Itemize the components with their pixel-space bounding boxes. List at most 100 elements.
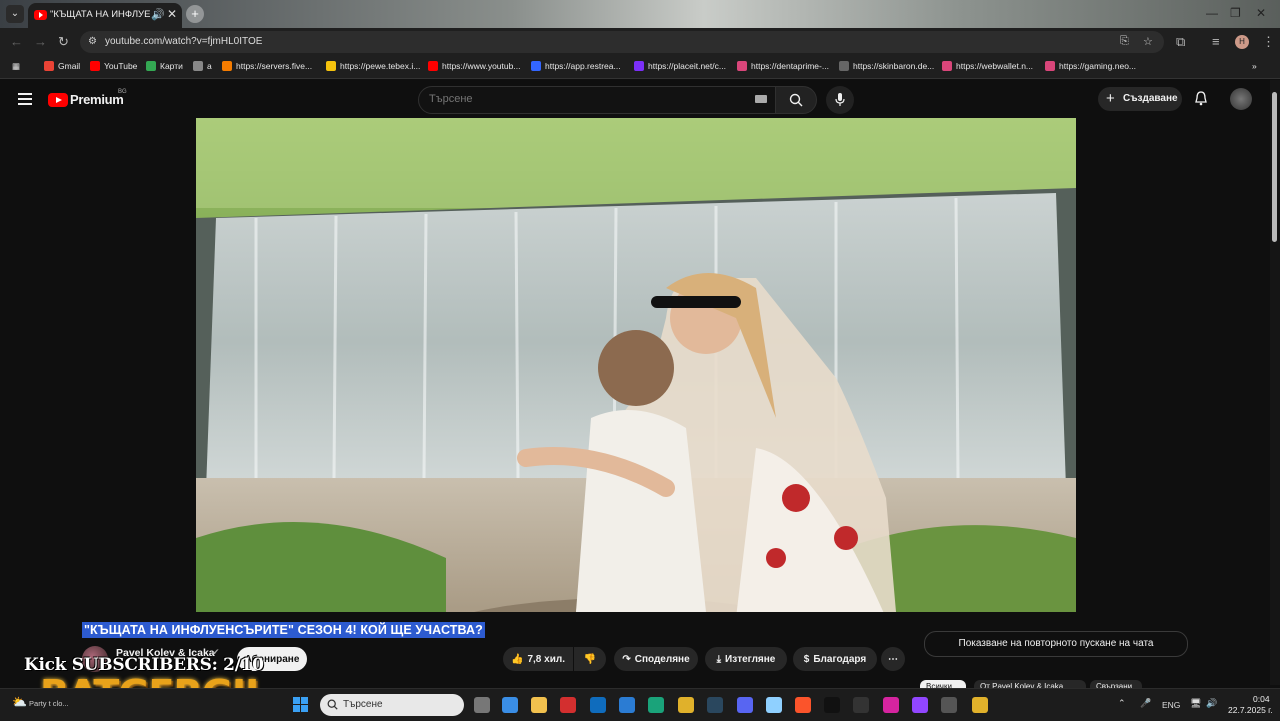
obs-icon[interactable] xyxy=(853,697,869,713)
apps-grid-icon[interactable]: ▦ xyxy=(12,61,20,72)
create-button[interactable]: + Създаване xyxy=(1098,87,1182,111)
file-explorer-icon[interactable] xyxy=(531,697,547,713)
bookmark-item[interactable]: a xyxy=(193,61,212,71)
minimize-icon[interactable]: — xyxy=(1206,6,1218,20)
extensions-icon[interactable]: ⧉ xyxy=(1176,34,1185,50)
gmail-icon xyxy=(44,61,54,71)
gaming-app-icon[interactable] xyxy=(941,697,957,713)
tab-search-button[interactable]: ⌄ xyxy=(6,5,24,23)
download-button[interactable]: ⤓ Изтегляне xyxy=(705,647,787,671)
bookmark-item[interactable]: https://gaming.neo... xyxy=(1045,61,1136,71)
chrome-icon[interactable] xyxy=(678,697,694,713)
start-button[interactable] xyxy=(293,697,309,713)
forward-icon[interactable]: → xyxy=(34,34,47,49)
video-player[interactable] xyxy=(196,118,1076,612)
new-tab-button[interactable]: + xyxy=(186,5,204,23)
clock-time[interactable]: 0:04 xyxy=(1253,694,1270,704)
task-view-icon[interactable] xyxy=(474,697,490,713)
more-actions-button[interactable]: ⋯ xyxy=(881,647,905,671)
antivirus-icon[interactable] xyxy=(766,697,782,713)
tray-overflow-icon[interactable]: ⌃ xyxy=(1118,698,1126,709)
volume-icon[interactable]: 🔊 xyxy=(1206,698,1217,709)
page-scrollbar[interactable] xyxy=(1270,80,1280,685)
bookmark-item[interactable]: https://dentaprime-... xyxy=(737,61,829,71)
bookmark-item[interactable]: https://www.youtub... xyxy=(428,61,520,71)
more-bookmarks-icon[interactable]: » xyxy=(1252,61,1257,71)
bookmark-item[interactable]: https://webwallet.n... xyxy=(942,61,1033,71)
search-button[interactable] xyxy=(775,86,817,114)
bookmarks-bar: ▦ » Gmail YouTube Карти a https://servers.fi… xyxy=(0,56,1280,79)
search-input[interactable] xyxy=(429,93,729,105)
close-tab-icon[interactable]: ✕ xyxy=(167,7,177,21)
weather-widget[interactable]: ⛅ Party t clo... xyxy=(12,695,69,709)
network-icon[interactable]: 🖥 xyxy=(1190,698,1201,709)
site-info-icon[interactable]: ⚙ xyxy=(88,36,97,47)
reload-icon[interactable]: ↻ xyxy=(58,34,69,50)
youtube-header: Premium BG + Създаване xyxy=(0,80,1270,118)
bookmark-star-icon[interactable]: ☆ xyxy=(1143,35,1153,48)
cast-icon[interactable]: ⎘ xyxy=(1120,35,1129,48)
bookmark-label: https://app.restrea... xyxy=(545,61,621,71)
tab-title: "КЪЩАТА НА ИНФЛУЕНСЪРИТЕ" СЕЗОН 4! xyxy=(50,9,150,20)
voice-search-button[interactable] xyxy=(826,86,854,114)
share-button[interactable]: ↷ Споделяне xyxy=(614,647,698,671)
more-menu-icon[interactable]: ⋮ xyxy=(1262,34,1275,50)
back-icon[interactable]: ← xyxy=(10,34,23,49)
microphone-tray-icon[interactable]: 🎤 xyxy=(1140,698,1151,709)
youtube-logo-icon[interactable] xyxy=(48,93,68,107)
close-window-icon[interactable]: ✕ xyxy=(1256,6,1266,20)
acrobat-icon[interactable] xyxy=(560,697,576,713)
windows-taskbar: ⛅ Party t clo... Търсене ⌃ 🎤 ENG 🖥 🔊 0:0… xyxy=(0,688,1280,721)
discord-icon[interactable] xyxy=(737,697,753,713)
scrollbar-thumb[interactable] xyxy=(1272,92,1277,242)
tiktok-icon[interactable] xyxy=(824,697,840,713)
notifications-bell-icon[interactable] xyxy=(1194,91,1208,109)
twitch-icon[interactable] xyxy=(912,697,928,713)
brave-icon[interactable] xyxy=(795,697,811,713)
clock-date[interactable]: 22.7.2025 г. xyxy=(1228,705,1273,715)
bookmark-item[interactable]: https://pewe.tebex.i... xyxy=(326,61,420,71)
taskbar-search[interactable]: Търсене xyxy=(320,694,464,716)
speaker-icon[interactable]: 🔊 xyxy=(151,8,165,21)
bookmark-item[interactable]: https://skinbaron.de... xyxy=(839,61,934,71)
account-avatar[interactable] xyxy=(1230,88,1252,110)
share-label: Споделяне xyxy=(634,653,690,665)
bookmark-item[interactable]: YouTube xyxy=(90,61,137,71)
bookmark-item[interactable]: https://servers.five... xyxy=(222,61,312,71)
youtube-favicon-icon xyxy=(34,10,47,20)
menu-icon[interactable] xyxy=(18,90,32,108)
thanks-button[interactable]: $ Благодаря xyxy=(793,647,877,671)
bookmark-item[interactable]: https://placeit.net/c... xyxy=(634,61,726,71)
microphone-icon xyxy=(835,93,845,106)
media-icon[interactable]: ≡ xyxy=(1212,34,1220,49)
bookmark-item[interactable]: Карти xyxy=(146,61,183,71)
browser-tab-active[interactable]: "КЪЩАТА НА ИНФЛУЕНСЪРИТЕ" СЕЗОН 4! 🔊 ✕ xyxy=(28,3,182,28)
profile-avatar[interactable]: H xyxy=(1235,35,1249,49)
address-bar[interactable]: ⚙ youtube.com/watch?v=fjmHL0ITOE ⎘ ☆ xyxy=(80,31,1164,53)
url-text[interactable]: youtube.com/watch?v=fjmHL0ITOE xyxy=(105,36,262,47)
edge-icon[interactable] xyxy=(648,697,664,713)
input-language[interactable]: ENG xyxy=(1162,700,1180,710)
store-icon[interactable] xyxy=(502,697,518,713)
like-button[interactable]: 👍 7,8 хил. xyxy=(503,647,573,671)
instagram-icon[interactable] xyxy=(883,697,899,713)
download-icon: ⤓ xyxy=(716,653,722,665)
restore-icon[interactable]: ❐ xyxy=(1230,6,1241,20)
bookmark-label: https://pewe.tebex.i... xyxy=(340,61,421,71)
steam-icon[interactable] xyxy=(707,697,723,713)
outlook-icon[interactable] xyxy=(590,697,606,713)
mail-icon[interactable] xyxy=(619,697,635,713)
show-chat-replay-button[interactable]: Показване на повторното пускане на чата xyxy=(924,631,1188,657)
logo-region: BG xyxy=(118,89,127,95)
maps-icon xyxy=(146,61,156,71)
thanks-icon: $ xyxy=(803,653,810,665)
dislike-button[interactable]: 👎 xyxy=(574,647,606,671)
bookmark-item[interactable]: Gmail xyxy=(44,61,80,71)
logo-text[interactable]: Premium xyxy=(70,92,124,107)
youtube-icon xyxy=(90,61,100,71)
keyboard-icon[interactable] xyxy=(755,95,767,103)
bookmark-label: Gmail xyxy=(58,61,81,71)
bookmark-item[interactable]: https://app.restrea... xyxy=(531,61,621,71)
bookmark-label: https://webwallet.n... xyxy=(956,61,1034,71)
chrome-active-icon[interactable] xyxy=(972,697,988,713)
